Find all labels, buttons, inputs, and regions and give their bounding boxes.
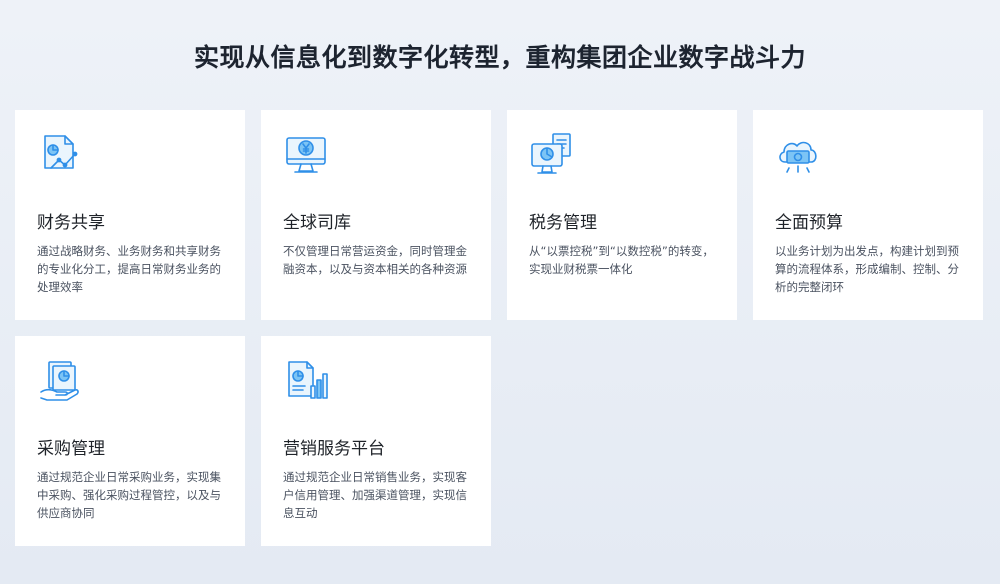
card-description: 通过战略财务、业务财务和共享财务的专业化分工，提高日常财务业务的处理效率 — [37, 244, 221, 294]
document-chart-icon — [37, 132, 83, 178]
card-description: 不仅管理日常营运资金，同时管理金融资本，以及与资本相关的各种资源 — [283, 244, 467, 276]
card-title: 采购管理 — [37, 439, 105, 459]
card-finance-sharing[interactable]: 财务共享 通过战略财务、业务财务和共享财务的专业化分工，提高日常财务业务的处理效… — [15, 110, 245, 320]
card-title: 营销服务平台 — [283, 439, 385, 459]
card-title: 财务共享 — [37, 213, 105, 233]
cloud-money-icon — [775, 132, 821, 178]
card-global-treasury[interactable]: 全球司库 不仅管理日常营运资金，同时管理金融资本，以及与资本相关的各种资源 — [261, 110, 491, 320]
hand-document-icon — [37, 358, 83, 404]
monitor-yuan-icon — [283, 132, 329, 178]
card-description: 从“以票控税”到“以数控税”的转变，实现业财税票一体化 — [529, 244, 714, 276]
card-tax-management[interactable]: 税务管理 从“以票控税”到“以数控税”的转变，实现业财税票一体化 — [507, 110, 737, 320]
card-title: 全面预算 — [775, 213, 843, 233]
card-description: 以业务计划为出发点，构建计划到预算的流程体系，形成编制、控制、分析的完整闭环 — [775, 244, 959, 294]
card-description: 通过规范企业日常销售业务，实现客户信用管理、加强渠道管理，实现信息互动 — [283, 470, 467, 520]
document-bar-chart-icon — [283, 358, 329, 404]
feature-grid: 财务共享 通过战略财务、业务财务和共享财务的专业化分工，提高日常财务业务的处理效… — [15, 110, 985, 546]
page-title: 实现从信息化到数字化转型，重构集团企业数字战斗力 — [193, 43, 806, 72]
card-title: 税务管理 — [529, 213, 597, 233]
card-title: 全球司库 — [283, 213, 351, 233]
card-comprehensive-budget[interactable]: 全面预算 以业务计划为出发点，构建计划到预算的流程体系，形成编制、控制、分析的完… — [753, 110, 983, 320]
card-procurement-management[interactable]: 采购管理 通过规范企业日常采购业务，实现集中采购、强化采购过程管控，以及与供应商… — [15, 336, 245, 546]
monitor-document-icon — [529, 132, 575, 178]
card-description: 通过规范企业日常采购业务，实现集中采购、强化采购过程管控，以及与供应商协同 — [37, 470, 221, 520]
card-marketing-service-platform[interactable]: 营销服务平台 通过规范企业日常销售业务，实现客户信用管理、加强渠道管理，实现信息… — [261, 336, 491, 546]
